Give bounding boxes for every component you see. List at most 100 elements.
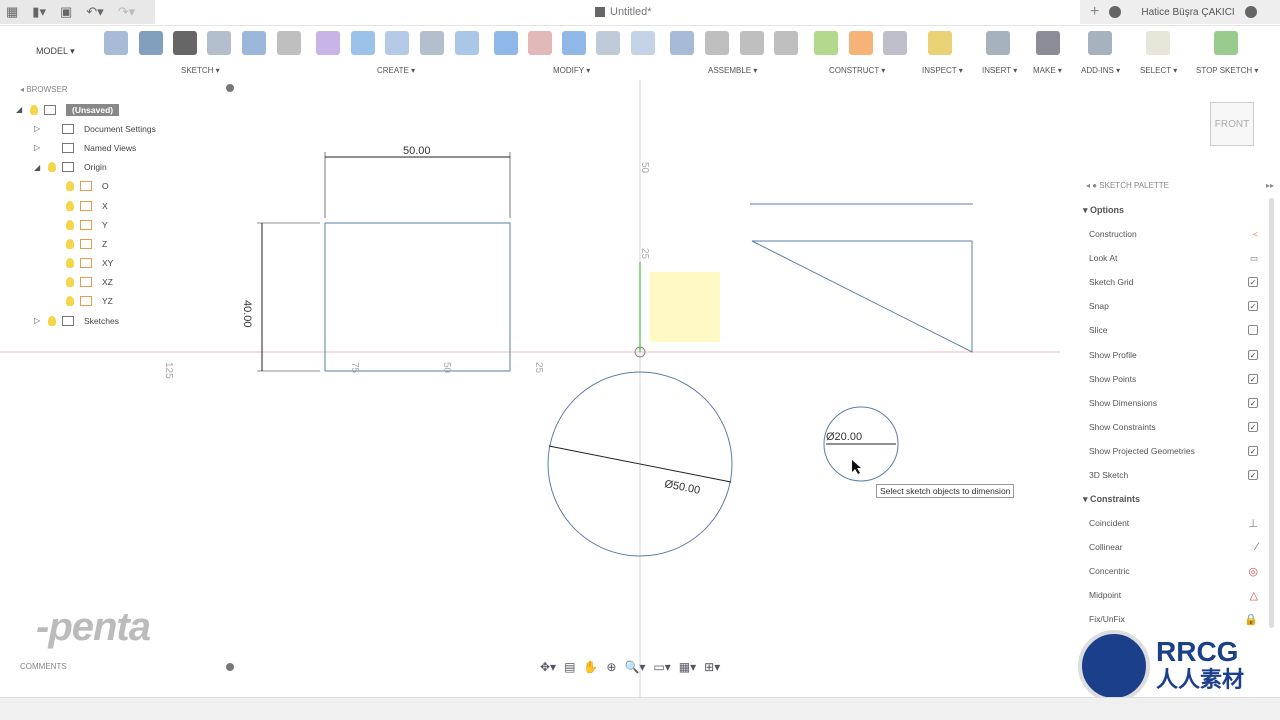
toolbar-tool-icon[interactable] [562,31,586,55]
palette-option[interactable]: 3D Sketch ✓ [1078,463,1278,487]
viewports-icon[interactable]: ⊞▾ [704,660,720,674]
toolbar-tool-icon[interactable] [883,31,907,55]
toolbar-tool-icon[interactable] [814,31,838,55]
orbit-icon[interactable]: ✥▾ [540,660,556,674]
toolbar-group-add-ins[interactable]: ADD-INS ▾ [1081,66,1120,75]
palette-option[interactable]: Look At ▭ [1078,246,1278,270]
help-icon[interactable] [1244,6,1257,18]
toolbar-tool-icon[interactable] [139,31,163,55]
toolbar-tool-icon[interactable] [1214,31,1238,55]
sketch-rectangle[interactable] [324,222,511,372]
pan-icon[interactable]: ✋ [583,660,598,674]
checkbox[interactable] [1248,325,1258,336]
toolbar-group-construct[interactable]: CONSTRUCT ▾ [829,66,885,75]
workspace-switcher[interactable]: MODEL ▾ [36,46,75,57]
save-icon[interactable]: ▣ [60,4,72,20]
palette-option[interactable]: Slice [1078,318,1278,342]
checkbox[interactable]: ✓ [1248,469,1258,480]
new-tab-icon[interactable]: + [1090,3,1099,21]
toolbar-tool-icon[interactable] [207,31,231,55]
toolbar-tool-icon[interactable] [986,31,1010,55]
zoom-window-icon[interactable]: ⊕ [606,660,616,674]
toolbar-group-create[interactable]: CREATE ▾ [377,66,415,75]
display-settings-icon[interactable]: ▭▾ [653,660,670,674]
toolbar-group-select[interactable]: SELECT ▾ [1140,66,1177,75]
constraint-coincident[interactable]: Coincident ⊥ [1078,511,1278,535]
undo-icon[interactable]: ↶▾ [86,4,103,20]
sketch-triangle[interactable] [751,240,973,353]
look-at-icon[interactable]: ▤ [564,660,575,674]
toolbar-group-inspect[interactable]: INSPECT ▾ [922,66,963,75]
checkbox[interactable]: ✓ [1248,373,1258,384]
grid-settings-icon[interactable]: ▦▾ [679,660,696,674]
toolbar-group-modify[interactable]: MODIFY ▾ [553,66,590,75]
palette-option[interactable]: Show Projected Geometries ✓ [1078,439,1278,463]
toolbar-tool-icon[interactable] [104,31,128,55]
toolbar-tool-icon[interactable] [849,31,873,55]
toolbar-group-assemble[interactable]: ASSEMBLE ▾ [708,66,757,75]
constraint-midpoint[interactable]: Midpoint △ [1078,583,1278,607]
toolbar-tool-icon[interactable] [351,31,375,55]
width-dimension-label[interactable]: 50.00 [403,145,431,157]
toolbar-group-insert[interactable]: INSERT ▾ [982,66,1017,75]
document-tab[interactable]: Untitled* [595,6,652,18]
toolbar-tool-icon[interactable] [277,31,301,55]
expand-icon[interactable]: ▸▸ [1266,181,1274,190]
look-at-icon[interactable]: ▭ [1250,253,1258,264]
palette-option[interactable]: Show Dimensions ✓ [1078,391,1278,415]
toolbar-tool-icon[interactable] [528,31,552,55]
toolbar-tool-icon[interactable] [494,31,518,55]
constraint-concentric[interactable]: Concentric ◎ [1078,559,1278,583]
toolbar-tool-icon[interactable] [705,31,729,55]
constraint-collinear[interactable]: Collinear ⁄ [1078,535,1278,559]
toolbar-tool-icon[interactable] [173,31,197,55]
construction-icon[interactable]: < [1253,229,1258,239]
palette-scrollbar[interactable] [1269,198,1274,628]
options-section-header[interactable]: ▾ Options [1078,198,1278,222]
toolbar-group-sketch[interactable]: SKETCH ▾ [181,66,220,75]
height-dimension-label[interactable]: 40.00 [241,300,253,328]
checkbox[interactable]: ✓ [1248,349,1258,360]
large-diameter-label[interactable]: Ø50.00 [663,478,701,497]
toolbar-tool-icon[interactable] [1036,31,1060,55]
app-grid-icon[interactable]: ▦ [6,4,18,20]
checkbox[interactable]: ✓ [1248,397,1258,408]
palette-option[interactable]: Show Points ✓ [1078,367,1278,391]
view-cube[interactable]: FRONT [1210,102,1254,146]
palette-option[interactable]: Show Constraints ✓ [1078,415,1278,439]
toolbar-tool-icon[interactable] [740,31,764,55]
palette-header[interactable]: ◂ ● SKETCH PALETTE ▸▸ [1078,178,1278,198]
checkbox[interactable]: ✓ [1248,421,1258,432]
toolbar-tool-icon[interactable] [455,31,479,55]
zoom-icon[interactable]: 🔍▾ [624,660,645,674]
constraint-fixunfix[interactable]: Fix/UnFix 🔒 [1078,607,1278,631]
toolbar-tool-icon[interactable] [316,31,340,55]
palette-option[interactable]: Construction < [1078,222,1278,246]
palette-option[interactable]: Sketch Grid ✓ [1078,270,1278,294]
constraints-section-header[interactable]: ▾ Constraints [1078,487,1278,511]
job-status-icon[interactable] [1109,6,1122,18]
toolbar-tool-icon[interactable] [670,31,694,55]
toolbar-tool-icon[interactable] [774,31,798,55]
toolbar-tool-icon[interactable] [1088,31,1112,55]
toolbar-tool-icon[interactable] [631,31,655,55]
toolbar-tool-icon[interactable] [928,31,952,55]
toolbar-group-make[interactable]: MAKE ▾ [1033,66,1062,75]
toolbar-group-stop[interactable]: STOP SKETCH ▾ [1196,66,1258,75]
redo-icon[interactable]: ↷▾ [118,4,135,20]
toolbar-tool-icon[interactable] [596,31,620,55]
palette-option[interactable]: Show Profile ✓ [1078,342,1278,366]
toolbar-tool-icon[interactable] [420,31,444,55]
checkbox[interactable]: ✓ [1248,277,1258,288]
palette-option[interactable]: Snap ✓ [1078,294,1278,318]
user-name[interactable]: Hatice Büşra ÇAKICI [1141,7,1234,18]
pin-icon[interactable] [226,663,234,671]
checkbox[interactable]: ✓ [1248,445,1258,456]
toolbar-tool-icon[interactable] [385,31,409,55]
small-diameter-label[interactable]: Ø20.00 [826,431,862,443]
toolbar-tool-icon[interactable] [1146,31,1170,55]
checkbox[interactable]: ✓ [1248,301,1258,312]
toolbar-tool-icon[interactable] [242,31,266,55]
comments-panel[interactable]: COMMENTS [20,662,240,671]
file-menu-icon[interactable]: ▮▾ [32,4,46,20]
